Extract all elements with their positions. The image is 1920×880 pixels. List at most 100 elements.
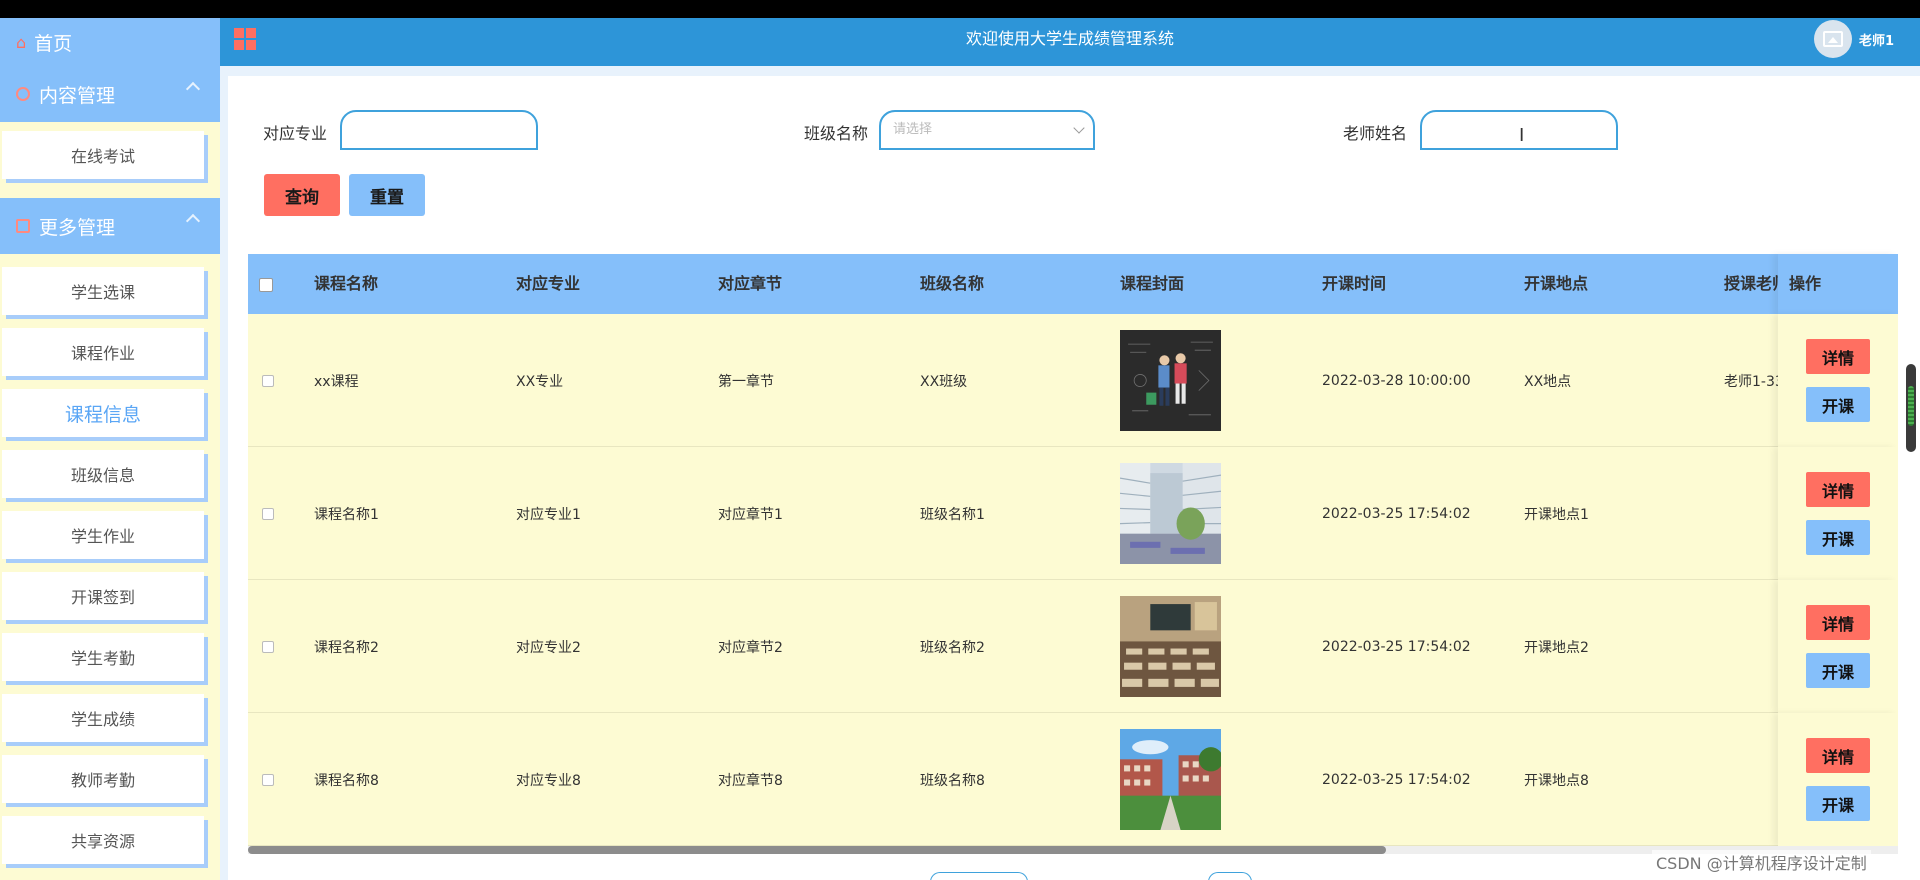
- menu-group-label: 更多管理: [39, 216, 116, 239]
- cell-teacher: [1724, 580, 1778, 713]
- menu-group-more[interactable]: 更多管理: [0, 198, 220, 254]
- col-header-actions: 操作: [1778, 254, 1898, 314]
- cell-chapter: 对应章节2: [718, 639, 783, 656]
- cell-chapter: 第一章节: [718, 373, 774, 390]
- cell-time: 2022-03-25 17:54:02: [1322, 638, 1471, 655]
- horizontal-scrollbar[interactable]: [248, 846, 1898, 854]
- sidebar-item-course-info[interactable]: 课程信息: [2, 389, 204, 437]
- cell-course: 课程名称8: [314, 772, 379, 789]
- cell-course: 课程名称1: [314, 506, 379, 523]
- sidebar-item-course-homework[interactable]: 课程作业: [2, 328, 204, 376]
- row-checkbox[interactable]: [262, 773, 274, 786]
- scrollbar-grip[interactable]: [1908, 386, 1914, 426]
- open-course-button[interactable]: 开课: [1806, 387, 1870, 422]
- main-area: 对应专业 班级名称 请选择 老师姓名 I 查询 重置 课程名称 对应专业 对应章…: [220, 66, 1920, 880]
- row-checkbox[interactable]: [262, 374, 274, 387]
- sidebar: ⌂ 首页 内容管理 在线考试 更多管理 学生选课 课程作业 课程信息 班级信息 …: [0, 18, 220, 880]
- menu-group-label: 内容管理: [39, 84, 116, 107]
- open-course-button[interactable]: 开课: [1806, 653, 1870, 688]
- cell-major: 对应专业8: [516, 772, 581, 789]
- col-header-place[interactable]: 开课地点: [1524, 254, 1714, 314]
- sidebar-item-course-signin[interactable]: 开课签到: [2, 572, 204, 620]
- col-header-class[interactable]: 班级名称: [920, 254, 1110, 314]
- page-title: 欢迎使用大学生成绩管理系统: [965, 29, 1174, 48]
- text-cursor-icon: I: [1519, 125, 1525, 146]
- home-icon: ⌂: [16, 32, 27, 52]
- major-label: 对应专业: [263, 124, 328, 143]
- cell-time: 2022-03-28 10:00:00: [1322, 372, 1471, 389]
- cell-time: 2022-03-25 17:54:02: [1322, 771, 1471, 788]
- col-header-course[interactable]: 课程名称: [314, 254, 504, 314]
- sidebar-item-teacher-attendance[interactable]: 教师考勤: [2, 755, 204, 803]
- cell-place: 开课地点1: [1524, 506, 1589, 523]
- col-header-cover[interactable]: 课程封面: [1120, 254, 1310, 314]
- col-header-time[interactable]: 开课时间: [1322, 254, 1512, 314]
- sidebar-item-online-exam[interactable]: 在线考试: [2, 131, 204, 179]
- class-select-placeholder: 请选择: [893, 122, 933, 137]
- col-header-major[interactable]: 对应专业: [516, 254, 706, 314]
- cell-teacher: 老师1-33: [1724, 373, 1778, 390]
- major-input[interactable]: [340, 110, 538, 150]
- col-header-chapter[interactable]: 对应章节: [718, 254, 908, 314]
- more-icon: [16, 219, 30, 233]
- sidebar-item-student-homework[interactable]: 学生作业: [2, 511, 204, 559]
- table-row: 课程名称2 对应专业2 对应章节2 班级名称2 2022-03-25 17:54…: [248, 580, 1898, 713]
- sidebar-item-label: 首页: [34, 32, 73, 55]
- table-body: xx课程 XX专业 第一章节 XX班级 2022-03-28 10:00:00 …: [248, 314, 1898, 846]
- sidebar-item-home[interactable]: ⌂ 首页: [0, 18, 220, 66]
- reset-button[interactable]: 重置: [349, 174, 425, 216]
- row-actions: 详情 开课: [1778, 314, 1898, 447]
- cell-place: 开课地点8: [1524, 772, 1589, 789]
- content-panel: 对应专业 班级名称 请选择 老师姓名 I 查询 重置 课程名称 对应专业 对应章…: [228, 76, 1920, 880]
- sidebar-item-course-selection[interactable]: 学生选课: [2, 267, 204, 315]
- sidebar-item-shared-resources[interactable]: 共享资源: [2, 816, 204, 864]
- table-header: 课程名称 对应专业 对应章节 班级名称 课程封面 开课时间 开课地点 授课老师 …: [248, 254, 1898, 314]
- detail-button[interactable]: 详情: [1806, 605, 1870, 640]
- table-row: 课程名称1 对应专业1 对应章节1 班级名称1 2022-03-25 17:54…: [248, 447, 1898, 580]
- table-row: xx课程 XX专业 第一章节 XX班级 2022-03-28 10:00:00 …: [248, 314, 1898, 447]
- select-all-checkbox-cell: [259, 254, 273, 314]
- content-icon: [16, 87, 30, 101]
- scrollbar-thumb[interactable]: [248, 846, 1386, 854]
- cell-major: 对应专业1: [516, 506, 581, 523]
- username[interactable]: 老师1: [1859, 30, 1894, 49]
- row-checkbox[interactable]: [262, 640, 274, 653]
- sidebar-item-student-grades[interactable]: 学生成绩: [2, 694, 204, 742]
- detail-button[interactable]: 详情: [1806, 472, 1870, 507]
- sidebar-item-student-attendance[interactable]: 学生考勤: [2, 633, 204, 681]
- cell-place: XX地点: [1524, 373, 1572, 390]
- cell-course: xx课程: [314, 373, 359, 390]
- vertical-scrollbar[interactable]: [1906, 364, 1916, 452]
- pagination-jump[interactable]: [1208, 872, 1252, 880]
- pagination-control[interactable]: [930, 872, 1028, 880]
- select-all-checkbox[interactable]: [259, 277, 273, 292]
- course-cover-image: [1120, 596, 1221, 697]
- row-actions: 详情 开课: [1778, 580, 1898, 713]
- cell-chapter: 对应章节1: [718, 506, 783, 523]
- course-table: 课程名称 对应专业 对应章节 班级名称 课程封面 开课时间 开课地点 授课老师 …: [248, 254, 1898, 846]
- top-strip: [0, 0, 1920, 18]
- image-icon: [1823, 31, 1843, 47]
- detail-button[interactable]: 详情: [1806, 738, 1870, 773]
- cell-chapter: 对应章节8: [718, 772, 783, 789]
- course-cover-image: [1120, 463, 1221, 564]
- search-button[interactable]: 查询: [264, 174, 340, 216]
- row-actions: 详情 开课: [1778, 713, 1898, 846]
- cell-teacher: [1724, 713, 1778, 846]
- cell-major: 对应专业2: [516, 639, 581, 656]
- course-cover-image: [1120, 330, 1221, 431]
- table-row: 课程名称8 对应专业8 对应章节8 班级名称8 2022-03-25 17:54…: [248, 713, 1898, 846]
- class-select[interactable]: 请选择: [879, 110, 1095, 150]
- cell-class: 班级名称8: [920, 772, 985, 789]
- sidebar-item-class-info[interactable]: 班级信息: [2, 450, 204, 498]
- open-course-button[interactable]: 开课: [1806, 520, 1870, 555]
- cell-major: XX专业: [516, 373, 564, 390]
- col-header-teacher[interactable]: 授课老师: [1724, 254, 1780, 314]
- chevron-up-icon: [185, 81, 201, 97]
- menu-group-content[interactable]: 内容管理: [0, 66, 220, 122]
- open-course-button[interactable]: 开课: [1806, 786, 1870, 821]
- avatar[interactable]: [1814, 20, 1852, 58]
- teacher-label: 老师姓名: [1343, 124, 1408, 143]
- row-checkbox[interactable]: [262, 507, 274, 520]
- detail-button[interactable]: 详情: [1806, 339, 1870, 374]
